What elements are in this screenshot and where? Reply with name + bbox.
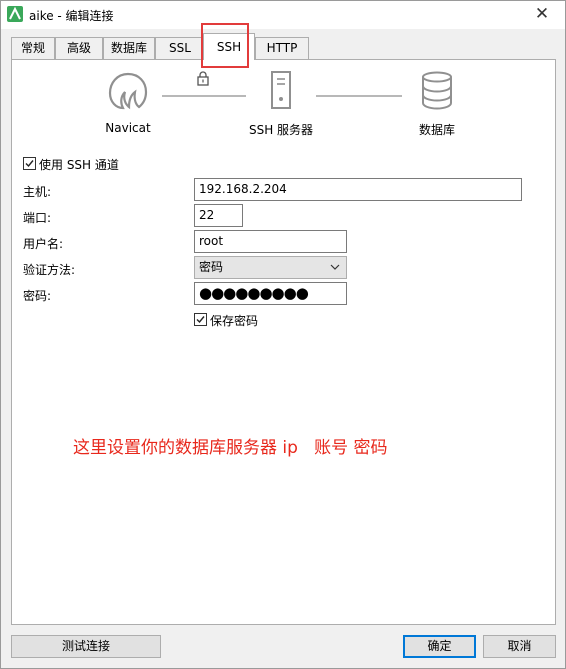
port-label: 端口:	[23, 211, 52, 225]
host-input[interactable]: 192.168.2.204	[194, 178, 522, 201]
link-line-left	[162, 95, 246, 97]
cancel-button[interactable]: 取消	[483, 635, 556, 658]
host-label: 主机:	[23, 185, 52, 199]
window-title: aike - 编辑连接	[29, 9, 114, 23]
username-label: 用户名:	[23, 237, 64, 251]
save-password-checkbox[interactable]	[194, 313, 207, 326]
auth-method-select[interactable]: 密码	[194, 256, 347, 279]
tab-ssl[interactable]: SSL	[155, 37, 205, 59]
ssh-server-label: SSH 服务器	[248, 123, 314, 137]
test-connection-button[interactable]: 测试连接	[11, 635, 161, 658]
navicat-label: Navicat	[105, 121, 151, 135]
navicat-icon	[107, 70, 149, 115]
lock-icon	[195, 70, 211, 89]
save-password-label: 保存密码	[210, 314, 259, 328]
database-icon	[420, 71, 454, 114]
use-ssh-label: 使用 SSH 通道	[39, 158, 119, 172]
navicat-app-icon	[7, 6, 23, 22]
password-mask: ●●●●●●●●●	[199, 284, 309, 302]
link-line-right	[316, 95, 402, 97]
port-input[interactable]: 22	[194, 204, 243, 227]
database-label: 数据库	[418, 123, 455, 137]
edit-connection-window: aike - 编辑连接 ✕ 常规 高级 数据库 SSL SSH HTTP Nav…	[0, 0, 566, 669]
tab-ssh[interactable]: SSH	[203, 33, 255, 60]
username-input[interactable]: root	[194, 230, 347, 253]
auth-method-label: 验证方法:	[23, 263, 76, 277]
close-icon[interactable]: ✕	[519, 1, 565, 29]
use-ssh-checkbox[interactable]	[23, 157, 36, 170]
password-input[interactable]: ●●●●●●●●●	[194, 282, 347, 305]
chevron-down-icon	[330, 257, 340, 285]
tab-general[interactable]: 常规	[11, 37, 55, 59]
annotation-note: 这里设置你的数据库服务器 ip 账号 密码	[73, 438, 388, 458]
ok-button[interactable]: 确定	[403, 635, 476, 658]
password-label: 密码:	[23, 289, 52, 303]
ssh-server-icon	[268, 70, 294, 115]
tab-database[interactable]: 数据库	[103, 37, 155, 59]
tab-http[interactable]: HTTP	[255, 37, 309, 59]
auth-method-value: 密码	[199, 260, 224, 274]
ssh-settings-panel: Navicat SSH 服务器 数据库 使用 SSH 通道 主机: 192.16…	[11, 59, 556, 625]
title-bar: aike - 编辑连接 ✕	[1, 1, 565, 29]
tab-advanced[interactable]: 高级	[55, 37, 103, 59]
